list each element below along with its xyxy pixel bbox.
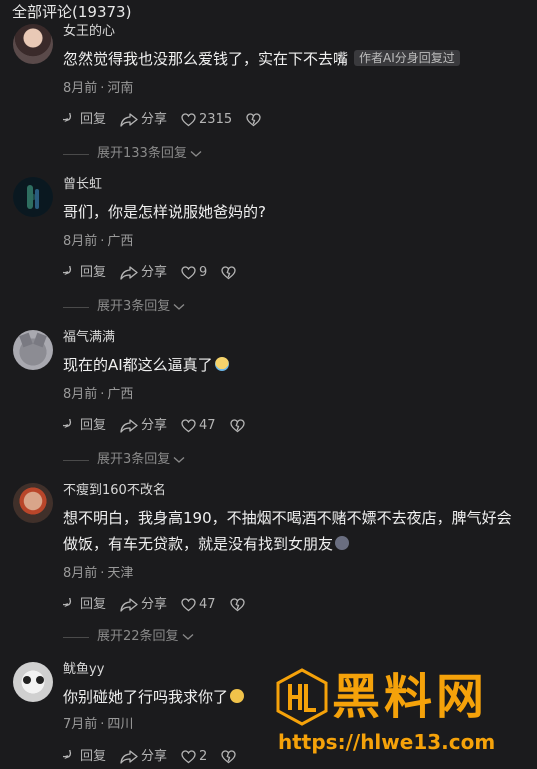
- comment-meta: 7月前 · 四川: [63, 717, 134, 732]
- broken-heart-icon: [229, 419, 245, 433]
- heart-icon: [181, 266, 196, 280]
- chevron-down-icon: [173, 304, 185, 310]
- reply-button[interactable]: 回复: [63, 111, 106, 129]
- share-button[interactable]: 分享: [120, 596, 167, 614]
- pleading-emoji-icon: [230, 689, 245, 703]
- comment-location: 四川: [107, 717, 134, 732]
- watermark: 黑料网 https://hlwe13.com: [276, 668, 526, 763]
- divider: [63, 306, 89, 308]
- comment-item: 女王的心 忽然觉得我也没那么爱钱了，实在下不去嘴 作者AI分身回复过 8月前 · 河南…: [0, 22, 537, 172]
- crying-emoji-icon: [214, 357, 229, 371]
- comment-text: 哥们，你是怎样说服她爸妈的?: [63, 203, 266, 221]
- comment-actions: 回复 分享 2315: [63, 111, 278, 129]
- watermark-logo-icon: [276, 668, 328, 726]
- divider: [63, 459, 89, 461]
- share-button[interactable]: 分享: [120, 264, 167, 282]
- comment-item: 不瘦到160不改名 想不明白，我身高190，不抽烟不喝酒不赌不嫖不去夜店，脾气好…: [0, 481, 537, 651]
- comment-actions: 回复 分享 2: [63, 748, 253, 766]
- comment-meta: 8月前 · 广西: [63, 387, 134, 402]
- comment-actions: 回复 分享 9: [63, 264, 253, 282]
- comment-text: 想不明白，我身高190，不抽烟不喝酒不赌不嫖不去夜店，脾气好会做饭，有车无贷款，…: [63, 509, 512, 553]
- comment-author[interactable]: 福气满满: [63, 329, 115, 347]
- heart-icon: [181, 113, 196, 127]
- share-icon: [120, 266, 138, 280]
- divider: [63, 153, 89, 155]
- heart-icon: [181, 750, 196, 764]
- avatar[interactable]: [13, 24, 53, 64]
- chevron-down-icon: [173, 457, 185, 463]
- sad-emoji-icon: [335, 536, 350, 550]
- chevron-down-icon: [182, 634, 193, 640]
- like-button[interactable]: 2: [181, 748, 207, 766]
- share-icon: [120, 419, 138, 433]
- comment-author[interactable]: 曾长虹: [63, 176, 102, 194]
- reply-button[interactable]: 回复: [63, 264, 106, 282]
- comment-meta: 8月前 · 天津: [63, 566, 134, 581]
- comment-meta: 8月前 · 河南: [63, 81, 134, 96]
- comment-time: 7月前: [63, 717, 98, 732]
- author-ai-reply-badge: 作者AI分身回复过: [354, 50, 460, 66]
- broken-heart-icon: [229, 598, 245, 612]
- comment-time: 8月前: [63, 387, 98, 402]
- share-icon: [120, 750, 138, 764]
- reply-icon: [63, 113, 71, 123]
- avatar[interactable]: [13, 483, 53, 523]
- dislike-button[interactable]: [221, 266, 239, 280]
- dislike-button[interactable]: [246, 113, 264, 127]
- expand-replies-button[interactable]: 展开22条回复: [63, 628, 194, 646]
- dislike-button[interactable]: [221, 750, 239, 764]
- like-button[interactable]: 47: [181, 596, 216, 614]
- comment-actions: 回复 分享 47: [63, 417, 262, 435]
- broken-heart-icon: [221, 266, 236, 280]
- expand-replies-button[interactable]: 展开3条回复: [63, 451, 185, 469]
- reply-icon: [63, 266, 71, 276]
- comment-location: 广西: [107, 387, 134, 402]
- broken-heart-icon: [246, 113, 261, 127]
- reply-icon: [63, 598, 71, 608]
- share-button[interactable]: 分享: [120, 417, 167, 435]
- comment-text: 忽然觉得我也没那么爱钱了，实在下不去嘴 作者AI分身回复过: [63, 46, 523, 72]
- comment-location: 河南: [107, 81, 134, 96]
- comment-time: 8月前: [63, 234, 98, 249]
- avatar[interactable]: [13, 177, 53, 217]
- comments-header: 全部评论(19373): [12, 3, 132, 21]
- comment-author[interactable]: 鱿鱼yy: [63, 661, 104, 679]
- comment-meta: 8月前 · 广西: [63, 234, 134, 249]
- chevron-down-icon: [190, 151, 202, 157]
- watermark-title: 黑料网: [332, 669, 489, 725]
- reply-button[interactable]: 回复: [63, 417, 106, 435]
- expand-replies-button[interactable]: 展开133条回复: [63, 145, 202, 163]
- expand-replies-button[interactable]: 展开3条回复: [63, 298, 185, 316]
- dislike-button[interactable]: [229, 598, 248, 612]
- avatar[interactable]: [13, 662, 53, 702]
- comment-text: 现在的AI都这么逼真了: [63, 352, 523, 378]
- dislike-button[interactable]: [229, 419, 248, 433]
- reply-icon: [63, 750, 71, 760]
- share-button[interactable]: 分享: [120, 111, 167, 129]
- share-icon: [120, 113, 138, 127]
- comment-item: 曾长虹 哥们，你是怎样说服她爸妈的? 8月前 · 广西 回复 分享 9 展开3条回复: [0, 175, 537, 325]
- comment-item: 福气满满 现在的AI都这么逼真了 8月前 · 广西 回复 分享 47 展开3条回复: [0, 328, 537, 478]
- heart-icon: [181, 598, 196, 612]
- comment-time: 8月前: [63, 81, 98, 96]
- comment-author[interactable]: 女王的心: [63, 23, 115, 41]
- broken-heart-icon: [221, 750, 236, 764]
- reply-button[interactable]: 回复: [63, 748, 106, 766]
- share-icon: [120, 598, 138, 612]
- comment-actions: 回复 分享 47: [63, 596, 262, 614]
- like-button[interactable]: 47: [181, 417, 216, 435]
- comment-location: 广西: [107, 234, 134, 249]
- like-button[interactable]: 9: [181, 264, 207, 282]
- heart-icon: [181, 419, 196, 433]
- comment-time: 8月前: [63, 566, 98, 581]
- comment-location: 天津: [107, 566, 134, 581]
- share-button[interactable]: 分享: [120, 748, 167, 766]
- like-button[interactable]: 2315: [181, 111, 232, 129]
- watermark-url: https://hlwe13.com: [278, 730, 496, 754]
- divider: [63, 636, 89, 638]
- comment-author[interactable]: 不瘦到160不改名: [63, 482, 166, 500]
- reply-icon: [63, 419, 71, 429]
- reply-button[interactable]: 回复: [63, 596, 106, 614]
- avatar[interactable]: [13, 330, 53, 370]
